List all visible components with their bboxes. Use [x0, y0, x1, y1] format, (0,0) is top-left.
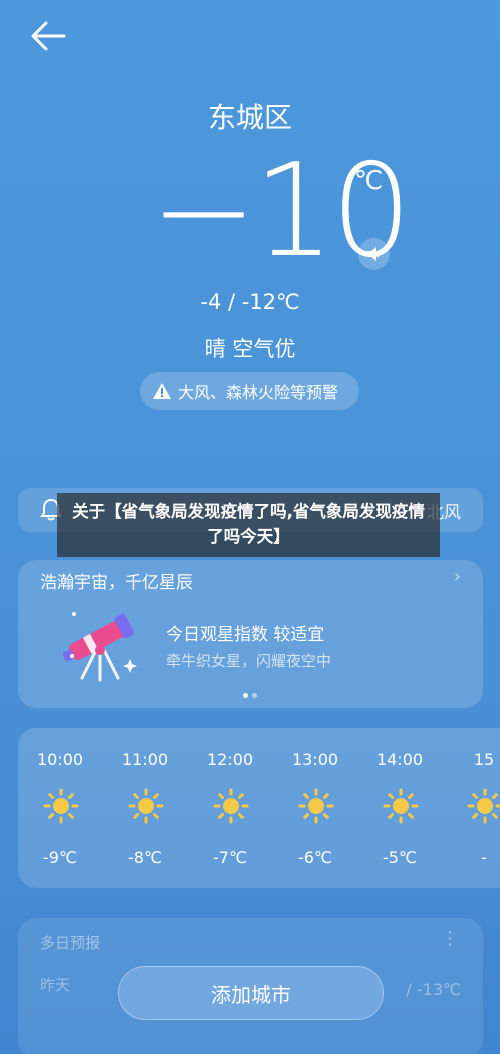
- carousel-dot-active: [243, 693, 248, 698]
- stargazing-index: 今日观星指数 较适宜: [166, 625, 325, 645]
- voice-broadcast-button[interactable]: [358, 238, 390, 270]
- sun-icon: [298, 788, 334, 824]
- hour-time: 15: [473, 750, 495, 769]
- speaker-icon: [367, 247, 380, 261]
- hour-time: 11:00: [121, 750, 169, 769]
- arrow-left-icon: [31, 21, 66, 51]
- carousel-dot: [252, 693, 257, 698]
- multi-day-title: 多日预报: [40, 934, 101, 952]
- hour-temp: -: [481, 848, 487, 867]
- alert-text: 大风、森林火险等预警: [178, 383, 339, 402]
- warning-icon: [153, 383, 171, 399]
- weather-condition: 晴 空气优: [204, 337, 296, 361]
- temperature-unit: ℃: [354, 166, 384, 196]
- multi-day-first-label: 昨天: [40, 976, 71, 994]
- back-button[interactable]: [28, 18, 72, 58]
- sun-icon: [383, 788, 419, 824]
- sun-icon: [213, 788, 249, 824]
- hour-temp: -6℃: [298, 848, 332, 867]
- sun-icon: [467, 788, 500, 824]
- hour-temp: -7℃: [213, 848, 247, 867]
- stargazing-card[interactable]: 浩瀚宇宙，千亿星辰 › 今日观星指数 较适宜 牵牛织女星，闪耀夜空中: [18, 560, 483, 708]
- more-options-icon[interactable]: ⋮: [441, 928, 459, 949]
- weather-alert-pill[interactable]: 大风、森林火险等预警: [140, 372, 359, 410]
- multi-day-first-temp: / -13℃: [406, 980, 461, 999]
- carousel-dots: [243, 693, 257, 698]
- hour-time: 14:00: [376, 750, 424, 769]
- hour-temp: -9℃: [43, 848, 77, 867]
- hour-temp: -5℃: [383, 848, 417, 867]
- temperature-range: -4 / -12℃: [200, 290, 300, 314]
- chevron-right-icon: ›: [453, 566, 461, 587]
- sun-icon: [128, 788, 164, 824]
- hour-time: 10:00: [36, 750, 84, 769]
- stargazing-title: 浩瀚宇宙，千亿星辰: [40, 573, 193, 593]
- telescope-icon: [62, 612, 137, 682]
- sun-icon: [43, 788, 79, 824]
- news-overlay-banner[interactable]: 关于【省气象局发现疫情了吗,省气象局发现疫情了吗今天】: [57, 493, 440, 557]
- hourly-forecast-card[interactable]: 10:00 -9℃ 11:00 -8℃ 12:00 -7℃ 13:00 -6℃ …: [18, 728, 500, 888]
- city-name: 东城区: [207, 101, 292, 134]
- hour-time: 13:00: [291, 750, 339, 769]
- stargazing-subtitle: 牵牛织女星，闪耀夜空中: [166, 652, 332, 670]
- hour-time: 12:00: [206, 750, 254, 769]
- hour-temp: -8℃: [128, 848, 162, 867]
- add-city-button[interactable]: 添加城市: [118, 966, 384, 1020]
